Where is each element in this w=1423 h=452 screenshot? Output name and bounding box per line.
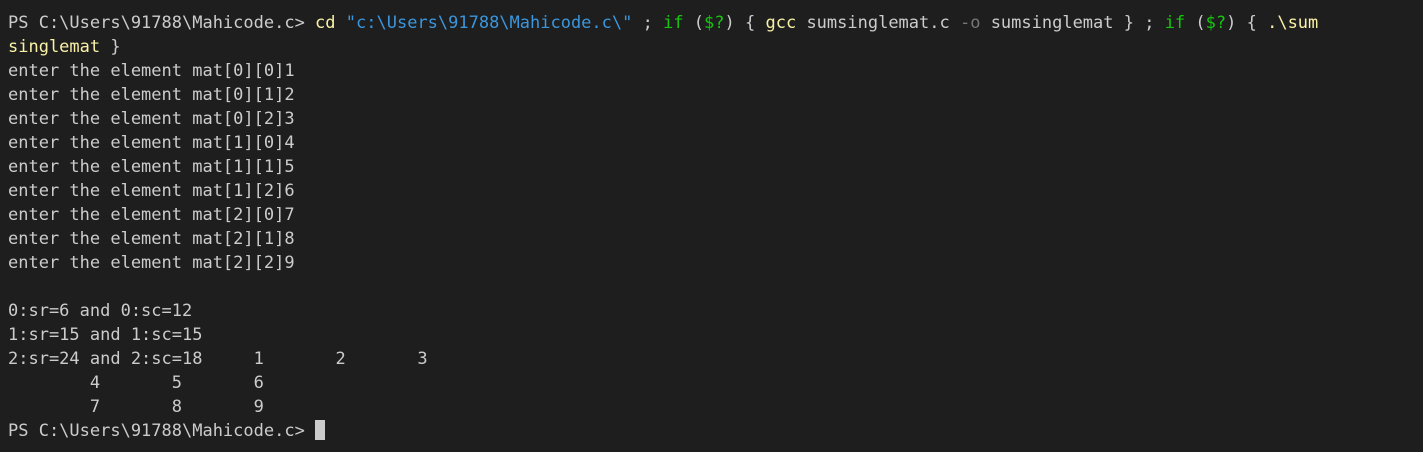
status-variable: $? [704, 13, 725, 33]
final-prompt-line[interactable]: PS C:\Users\91788\Mahicode.c> [8, 419, 1423, 443]
input-line: enter the element mat[0][2]3 [8, 109, 295, 129]
paren-close-2: ) { [1226, 13, 1268, 33]
input-line: enter the element mat[1][1]5 [8, 157, 295, 177]
separator: ; [632, 13, 664, 33]
brace-close: } [100, 37, 121, 57]
output-line: 4 5 6 [8, 373, 264, 393]
run-executable-part1: .\sum [1267, 13, 1319, 33]
text-cursor [315, 420, 326, 440]
paren-open-2: ( [1185, 13, 1206, 33]
output-line: 2:sr=24 and 2:sc=18 1 2 3 [8, 349, 428, 369]
gcc-output-arg: sumsinglemat } ; [980, 13, 1165, 33]
paren-close: ) { [724, 13, 766, 33]
status-variable-2: $? [1205, 13, 1227, 33]
output-line: 1:sr=15 and 1:sc=15 [8, 325, 203, 345]
gcc-command: gcc [765, 13, 797, 33]
prompt: PS C:\Users\91788\Mahicode.c> [8, 13, 316, 33]
run-executable-part2: singlemat [8, 37, 101, 57]
paren-open: ( [683, 13, 705, 33]
if-keyword-2: if [1164, 13, 1186, 33]
if-keyword: if [663, 13, 684, 33]
command-line-2: singlemat } [8, 35, 1423, 59]
input-line: enter the element mat[2][1]8 [8, 229, 295, 249]
input-line: enter the element mat[2][2]9 [8, 253, 295, 273]
input-line: enter the element mat[0][1]2 [8, 85, 295, 105]
input-line: enter the element mat[1][2]6 [8, 181, 295, 201]
final-prompt: PS C:\Users\91788\Mahicode.c> [8, 421, 316, 441]
input-line: enter the element mat[1][0]4 [8, 133, 295, 153]
output-line: 7 8 9 [8, 397, 264, 417]
input-line: enter the element mat[0][0]1 [8, 61, 295, 81]
cd-path: "c:\Users\91788\Mahicode.c\" [345, 13, 633, 33]
command-line-1: PS C:\Users\91788\Mahicode.c> cd "c:\Use… [8, 11, 1423, 35]
cd-command: cd [315, 13, 336, 33]
gcc-source-arg: sumsinglemat.c [796, 13, 960, 33]
input-line: enter the element mat[2][0]7 [8, 205, 295, 225]
terminal-window[interactable]: PS C:\Users\91788\Mahicode.c> cd "c:\Use… [0, 0, 1423, 452]
output-line: 0:sr=6 and 0:sc=12 [8, 301, 193, 321]
gcc-output-flag: -o [959, 13, 981, 33]
